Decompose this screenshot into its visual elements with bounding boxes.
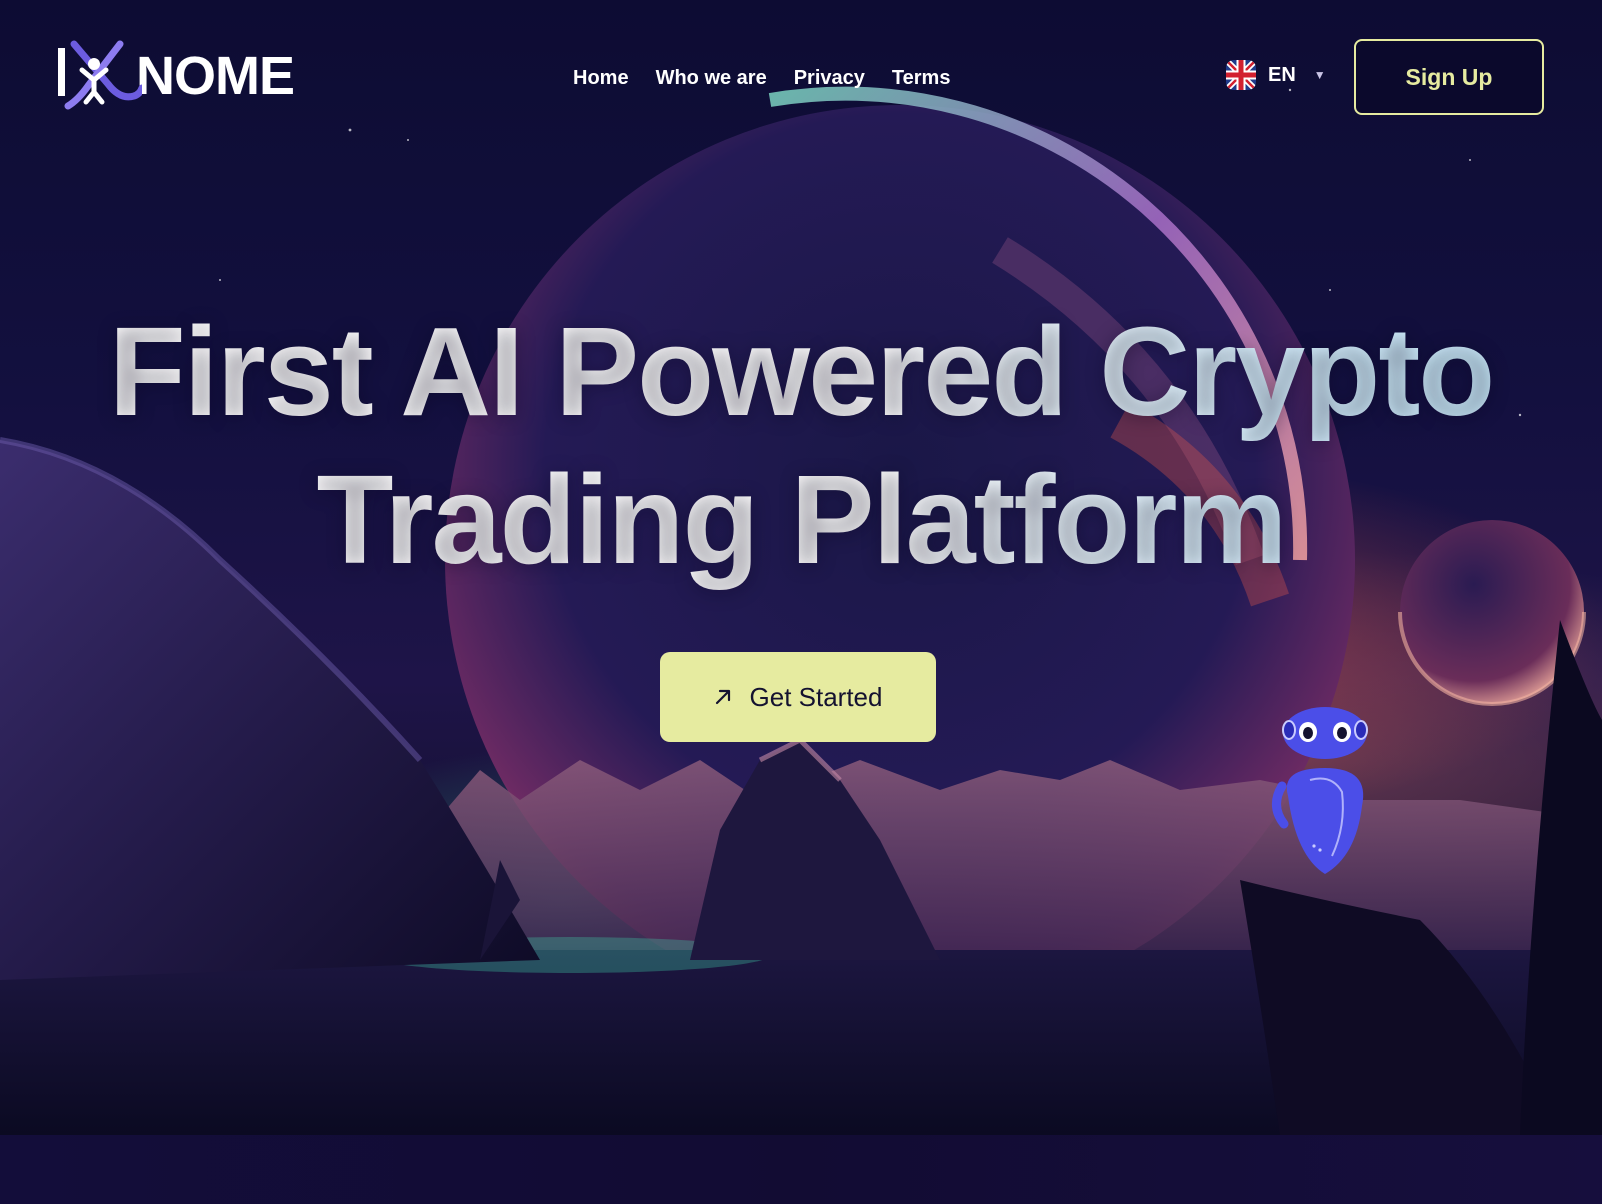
robot-mascot-icon (1272, 707, 1368, 874)
nav-link-privacy[interactable]: Privacy (794, 62, 865, 94)
hero-title-line-1: First AI Powered Crypto (0, 298, 1602, 446)
brand-name: NOME (136, 46, 295, 106)
brand-logo[interactable]: NOME (56, 40, 295, 112)
nav-links: Home Who we are Privacy Terms (573, 62, 950, 94)
sign-up-button[interactable]: Sign Up (1354, 39, 1544, 115)
language-selector[interactable]: EN ▼ (1226, 60, 1326, 90)
nav-link-who-we-are[interactable]: Who we are (656, 62, 767, 94)
page: NOME Home Who we are Privacy Terms EN ▼ (0, 0, 1602, 1204)
hero-title-line-2: Trading Platform (0, 446, 1602, 594)
arrow-up-right-icon (715, 689, 730, 705)
language-code: EN (1268, 63, 1296, 86)
next-section-band (0, 1135, 1602, 1204)
logo-mark-icon (56, 40, 146, 112)
nav-link-home[interactable]: Home (573, 62, 629, 94)
nav-link-terms[interactable]: Terms (892, 62, 951, 94)
get-started-button[interactable]: Get Started (660, 652, 936, 742)
caret-down-icon: ▼ (1313, 68, 1326, 82)
uk-flag-icon (1226, 60, 1256, 90)
get-started-label: Get Started (749, 681, 883, 712)
hero-title: First AI Powered Crypto Trading Platform (0, 298, 1602, 594)
hero-section: NOME Home Who we are Privacy Terms EN ▼ (0, 0, 1602, 1135)
top-navigation: NOME Home Who we are Privacy Terms EN ▼ (0, 0, 1602, 156)
